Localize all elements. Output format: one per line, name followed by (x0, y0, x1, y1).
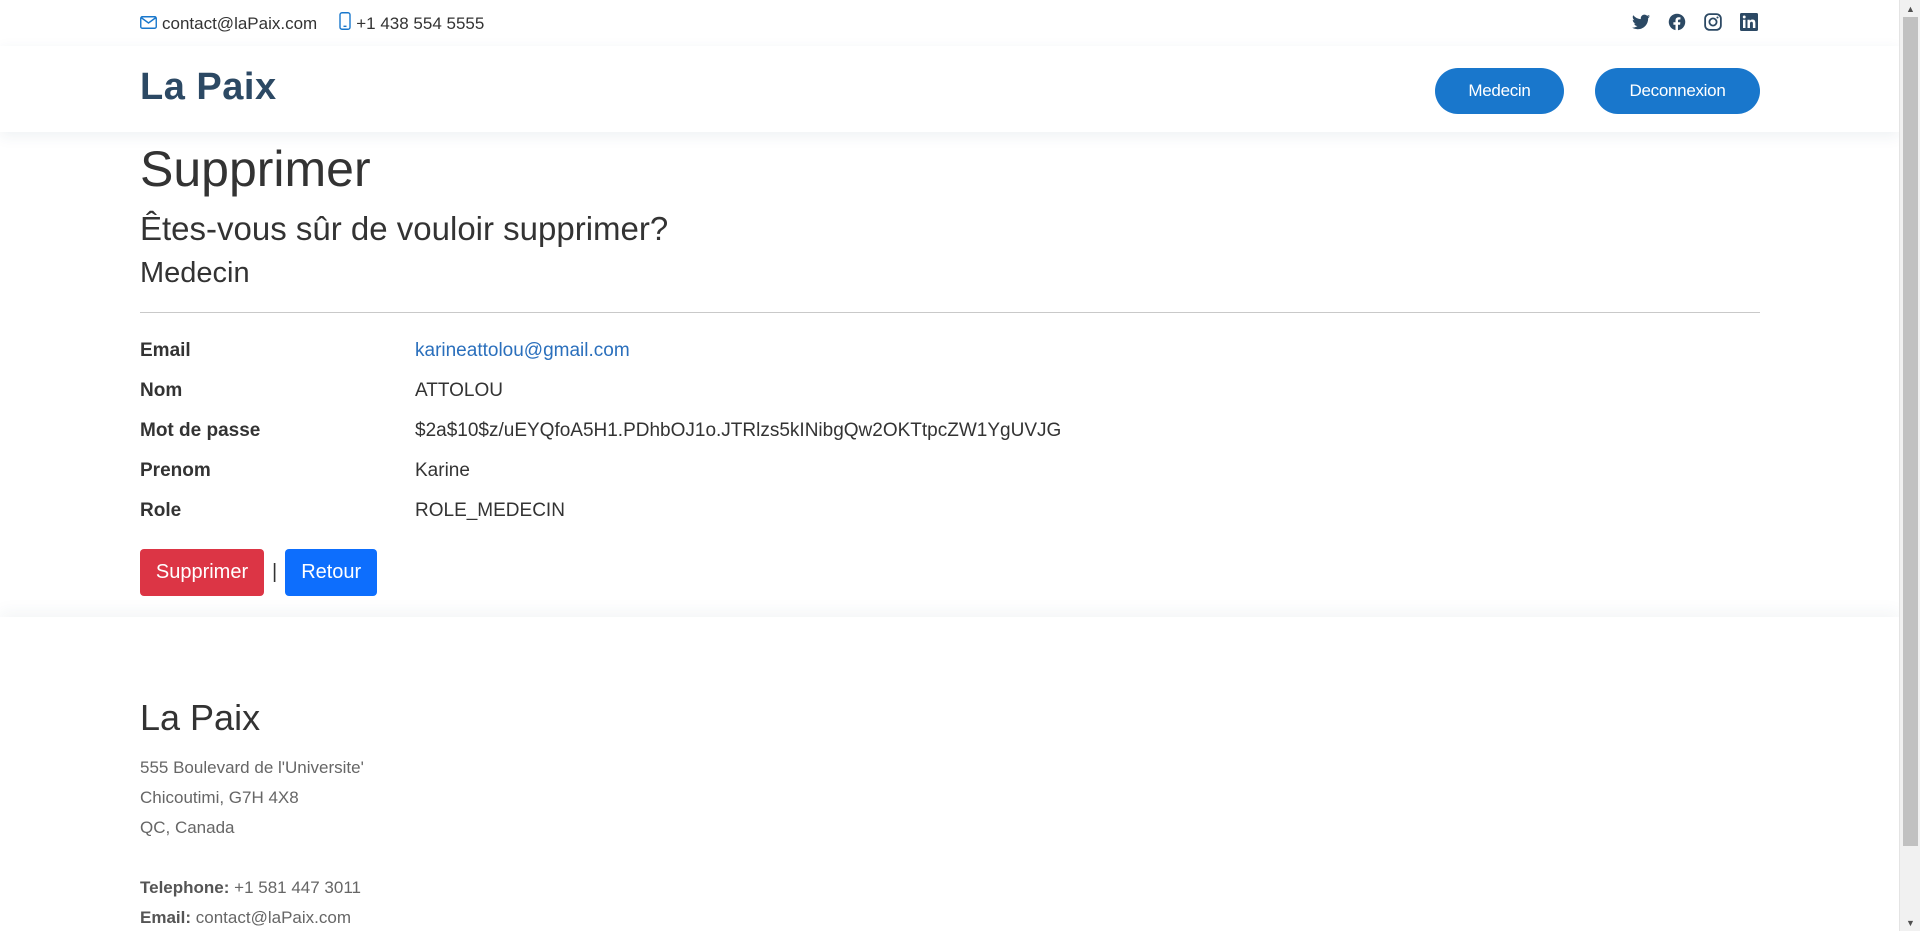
footer-address-line: Chicoutimi, G7H 4X8 (140, 788, 299, 807)
scrollbar-thumb[interactable] (1903, 17, 1918, 846)
scroll-down-arrow-icon[interactable]: ▼ (1900, 914, 1920, 931)
action-separator: | (272, 561, 278, 583)
contact-email[interactable]: contact@laPaix.com (140, 14, 317, 34)
facebook-icon[interactable] (1667, 12, 1687, 32)
contact-email-text: contact@laPaix.com (162, 13, 318, 33)
main-content: Supprimer Êtes-vous sûr de vouloir suppr… (140, 132, 1760, 596)
footer-email: Email: contact@laPaix.com (140, 903, 364, 931)
detail-row-email: Email karineattolou@gmail.com (140, 331, 1760, 371)
twitter-icon[interactable] (1631, 12, 1651, 32)
contact-info: contact@laPaix.com +1 438 554 5555 (140, 12, 506, 35)
delete-button[interactable]: Supprimer (140, 549, 264, 596)
detail-row-role: Role ROLE_MEDECIN (140, 491, 1760, 531)
footer-telephone: Telephone: +1 581 447 3011 (140, 873, 364, 903)
vertical-scrollbar[interactable]: ▲ ▼ (1899, 0, 1920, 931)
contact-phone[interactable]: +1 438 554 5555 (339, 12, 484, 35)
site-logo[interactable]: La Paix (140, 66, 277, 109)
topbar: contact@laPaix.com +1 438 554 5555 (0, 0, 1899, 46)
linkedin-icon[interactable] (1739, 12, 1759, 32)
footer-address-line: 555 Boulevard de l'Universite' (140, 758, 364, 777)
detail-row-password: Mot de passe $2a$10$z/uEYQfoA5H1.PDhbOJ1… (140, 411, 1760, 451)
scroll-up-arrow-icon[interactable]: ▲ (1900, 0, 1920, 17)
footer-address-line: QC, Canada (140, 818, 235, 837)
logout-button[interactable]: Deconnexion (1595, 68, 1760, 114)
detail-label: Email (140, 340, 191, 361)
footer: La Paix 555 Boulevard de l'Universite' C… (0, 617, 1899, 931)
email-link[interactable]: karineattolou@gmail.com (415, 340, 630, 362)
detail-row-nom: Nom ATTOLOU (140, 371, 1760, 411)
footer-contact: La Paix 555 Boulevard de l'Universite' C… (140, 697, 364, 931)
detail-value: $2a$10$z/uEYQfoA5H1.PDhbOJ1o.JTRlzs5kINi… (415, 420, 1062, 441)
page: contact@laPaix.com +1 438 554 5555 La Pa… (0, 0, 1899, 931)
detail-value: ATTOLOU (415, 380, 503, 401)
back-button[interactable]: Retour (285, 549, 378, 596)
form-actions: Supprimer | Retour (140, 549, 1760, 596)
phone-icon (339, 12, 356, 35)
telephone-label: Telephone: (140, 878, 230, 897)
detail-value: Karine (415, 460, 470, 481)
detail-label: Prenom (140, 460, 211, 481)
entity-title: Medecin (140, 257, 250, 289)
instagram-icon[interactable] (1703, 12, 1723, 32)
envelope-icon (140, 14, 162, 34)
header: La Paix Medecin Deconnexion (0, 46, 1899, 132)
confirm-question: Êtes-vous sûr de vouloir supprimer? (140, 210, 669, 247)
divider (140, 312, 1760, 313)
detail-label: Mot de passe (140, 420, 261, 441)
email-label: Email: (140, 908, 192, 927)
page-title: Supprimer (140, 141, 371, 197)
email-value: contact@laPaix.com (195, 908, 351, 927)
footer-spacer (140, 843, 364, 873)
detail-label: Nom (140, 380, 183, 401)
social-links (1615, 12, 1759, 32)
medecin-nav-button[interactable]: Medecin (1435, 68, 1564, 114)
detail-value: ROLE_MEDECIN (415, 500, 565, 521)
detail-row-prenom: Prenom Karine (140, 451, 1760, 491)
footer-brand: La Paix (140, 697, 261, 738)
contact-phone-text: +1 438 554 5555 (356, 13, 485, 33)
detail-label: Role (140, 500, 182, 521)
details-list: Email karineattolou@gmail.com Nom ATTOLO… (140, 331, 1760, 531)
telephone-value: +1 581 447 3011 (234, 878, 361, 897)
